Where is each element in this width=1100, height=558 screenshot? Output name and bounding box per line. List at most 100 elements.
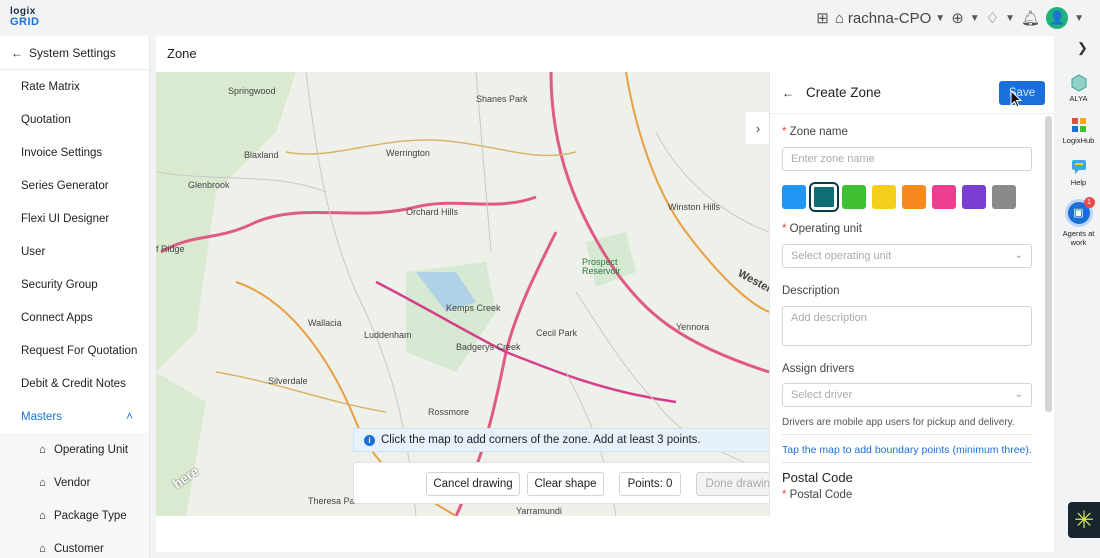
color-swatch-teal[interactable]: [809, 182, 839, 212]
map-label: Rossmore: [428, 407, 470, 417]
map-label: Silverdale: [268, 376, 308, 386]
globe-icon[interactable]: ⊕: [951, 9, 964, 27]
sidebar-subitem-vendor[interactable]: ⌂ Vendor: [0, 466, 149, 499]
help-icon: [1071, 160, 1086, 174]
system-settings-back[interactable]: ← System Settings: [0, 36, 149, 70]
chevron-right-icon[interactable]: ›: [746, 112, 769, 144]
assign-drivers-label: Assign drivers: [782, 363, 855, 375]
color-swatch-green[interactable]: [842, 185, 866, 209]
color-swatch-purple[interactable]: [962, 185, 986, 209]
arrow-left-icon: ←: [11, 45, 23, 60]
map-label: Springwood: [228, 86, 276, 96]
chevron-down-icon: ⌄: [1014, 250, 1023, 261]
rail-item-agents-at-work[interactable]: ▣ 1 Agents at work: [1057, 197, 1100, 247]
home-icon: ⌂: [39, 476, 46, 489]
avatar[interactable]: 👤: [1046, 7, 1069, 29]
agent-icon: ▣ 1: [1064, 197, 1095, 227]
home-icon: ⌂: [39, 542, 46, 555]
save-button[interactable]: Save: [999, 81, 1045, 105]
map-label: Prospect Reservoir: [582, 257, 621, 276]
right-rail: ❯ ALYA LogixHub Help ▣ 1 Agents at work: [1057, 36, 1100, 558]
map-boundary-hint: Tap the map to add boundary points (mini…: [782, 444, 1032, 456]
home-icon: ⌂: [834, 9, 844, 27]
sidebar-item-debit-credit-notes[interactable]: Debit & Credit Notes: [0, 367, 149, 400]
chevron-up-icon: ˄: [126, 410, 133, 423]
rail-item-alya[interactable]: ALYA: [1057, 74, 1100, 103]
clear-shape-button[interactable]: Clear shape: [527, 472, 604, 496]
sidebar: ← System Settings Rate Matrix Quotation …: [0, 36, 150, 558]
sidebar-item-connect-apps[interactable]: Connect Apps: [0, 301, 149, 334]
description-label: Description: [782, 285, 840, 297]
operating-unit-label: * Operating unit: [782, 223, 862, 235]
cancel-drawing-button[interactable]: Cancel drawing: [426, 472, 520, 496]
notification-badge: 1: [1083, 197, 1095, 208]
mouse-cursor-icon: [1010, 90, 1022, 108]
user-home-selector[interactable]: ⌂ rachna-CPO ▼: [835, 10, 945, 27]
map-label: Kemps Creek: [446, 303, 501, 313]
sidebar-subitem-customer[interactable]: ⌂ Customer: [0, 532, 149, 558]
sidebar-item-quotation[interactable]: Quotation: [0, 103, 149, 136]
zone-map[interactable]: Springwood Shanes Park Blaxland Werringt…: [156, 72, 769, 516]
top-right-controls: ⊞ ⌂ rachna-CPO ▼ ⊕ ▼ ♢ ▼ 🔔︎ 👤 ▼: [816, 6, 1084, 30]
rail-item-help[interactable]: Help: [1057, 158, 1100, 187]
color-swatch-yellow[interactable]: [872, 185, 896, 209]
drawing-toolbar: Cancel drawing Clear shape Points: 0 Don…: [353, 462, 769, 504]
driver-select[interactable]: Select driver ⌄: [782, 383, 1032, 407]
panel-scrollbar[interactable]: [1045, 116, 1052, 412]
sidebar-item-masters[interactable]: Masters ˄: [0, 400, 149, 433]
sidebar-item-request-for-quotation[interactable]: Request For Quotation: [0, 334, 149, 367]
operating-unit-select[interactable]: Select operating unit ⌄: [782, 244, 1032, 268]
sidebar-item-user[interactable]: User: [0, 235, 149, 268]
color-swatch-pink[interactable]: [932, 185, 956, 209]
sidebar-item-rate-matrix[interactable]: Rate Matrix: [0, 70, 149, 103]
map-label: Cecil Park: [536, 328, 578, 338]
points-counter: Points: 0: [619, 472, 681, 496]
chevron-down-icon[interactable]: ▼: [1074, 13, 1084, 24]
description-textarea[interactable]: Add description: [782, 306, 1032, 346]
create-zone-panel: ← Create Zone Save * Zone name Enter zon…: [769, 72, 1054, 516]
color-swatch-orange[interactable]: [902, 185, 926, 209]
map-label: Yarramundi: [516, 506, 562, 516]
map-label: Shanes Park: [476, 94, 528, 104]
sidebar-item-series-generator[interactable]: Series Generator: [0, 169, 149, 202]
postal-code-section-title: Postal Code: [782, 470, 853, 485]
sidebar-subitem-package-type[interactable]: ⌂ Package Type: [0, 499, 149, 532]
color-swatch-blue[interactable]: [782, 185, 806, 209]
rail-item-logixhub[interactable]: LogixHub: [1057, 116, 1100, 145]
sidebar-item-security-group[interactable]: Security Group: [0, 268, 149, 301]
map-label: Winston Hills: [668, 202, 721, 212]
sidebar-item-invoice-settings[interactable]: Invoice Settings: [0, 136, 149, 169]
spark-assistant-icon[interactable]: ✳: [1068, 502, 1100, 538]
sidebar-subitem-operating-unit[interactable]: ⌂ Operating Unit: [0, 433, 149, 466]
map-label: Yennora: [676, 322, 710, 332]
drivers-hint: Drivers are mobile app users for pickup …: [782, 417, 1015, 428]
apps-grid-icon[interactable]: ⊞: [816, 9, 829, 27]
chevron-right-icon[interactable]: ❯: [1077, 40, 1088, 56]
home-icon: ⌂: [39, 509, 46, 522]
home-icon: ⌂: [39, 443, 46, 456]
map-label: f Ridge: [156, 244, 185, 254]
chevron-down-icon[interactable]: ▼: [970, 13, 980, 24]
gift-icon[interactable]: ♢: [986, 9, 999, 27]
main-content: Zone Springwood Shanes Park Blaxland Wer…: [156, 36, 1054, 552]
divider: [782, 462, 1032, 463]
zone-name-input[interactable]: Enter zone name: [782, 147, 1032, 171]
user-name: rachna-CPO: [847, 9, 932, 27]
alya-icon: [1071, 74, 1086, 92]
sidebar-item-flexi-ui-designer[interactable]: Flexi UI Designer: [0, 202, 149, 235]
logixhub-icon: [1071, 118, 1086, 132]
chevron-down-icon[interactable]: ▼: [1005, 13, 1015, 24]
logixgrid-logo[interactable]: logix GRID: [10, 7, 39, 29]
map-label: Wallacia: [308, 318, 342, 328]
done-drawing-button[interactable]: Done drawing: [696, 472, 769, 496]
arrow-left-icon[interactable]: ←: [782, 86, 794, 100]
color-swatch-gray[interactable]: [992, 185, 1016, 209]
map-label: Blaxland: [244, 150, 279, 160]
info-icon: i: [364, 434, 375, 446]
map-label: Werrington: [386, 148, 430, 158]
map-label: Orchard Hills: [406, 207, 459, 217]
page-title: Zone: [167, 46, 197, 61]
bell-icon[interactable]: 🔔︎: [1021, 9, 1040, 27]
divider: [782, 434, 1032, 435]
chevron-down-icon: ⌄: [1014, 389, 1023, 400]
